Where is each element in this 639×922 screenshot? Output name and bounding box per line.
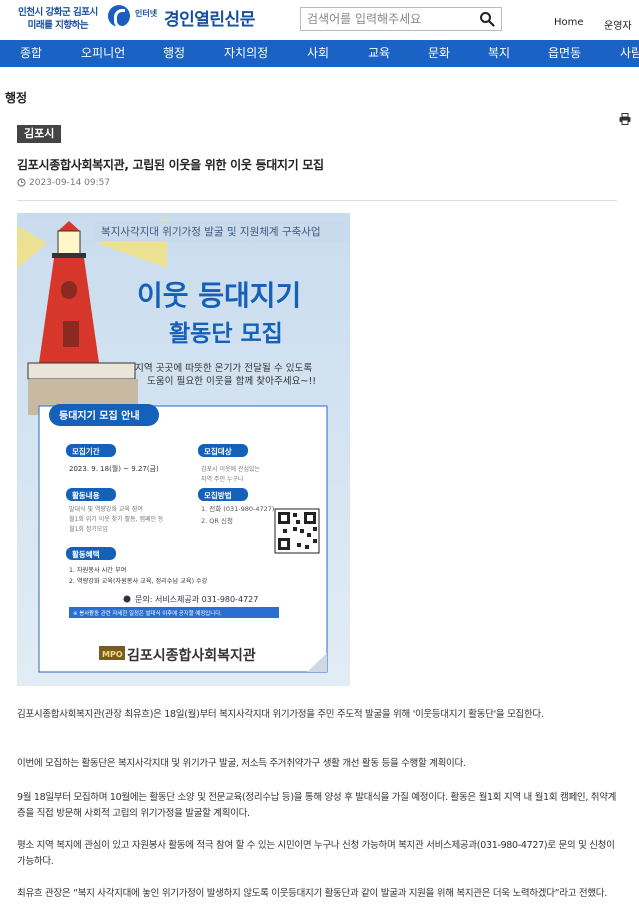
poster-target-value-1: 김포시 이웃에 관심있는 <box>201 465 260 473</box>
nav-item-towns[interactable]: 읍면동 <box>548 40 581 67</box>
poster-org-badge: MPO <box>102 650 123 659</box>
logo-small-label[interactable]: 인터넷 <box>135 9 159 18</box>
home-link[interactable]: Home <box>554 17 584 28</box>
site-slogan: 인천시 강화군 김포시 미래를 지향하는 <box>18 6 98 32</box>
poster-activity-value-3: 월1회 정기모임 <box>69 525 108 533</box>
poster-period-value: 2023. 9. 18(월) ~ 9.27(금) <box>69 464 159 473</box>
poster-target-label: 모집대상 <box>204 446 232 456</box>
poster-benefit-label: 활동혜택 <box>72 549 100 559</box>
category-badge[interactable]: 김포시 <box>17 125 62 143</box>
nav-item-administration[interactable]: 행정 <box>163 40 185 67</box>
poster-method-value-2: 2. QR 신청 <box>201 516 233 525</box>
poster-notice: ※ 봉사활동 관련 자세한 일정은 발대식 이후에 공지할 예정입니다. <box>73 609 222 617</box>
site-header: 인천시 강화군 김포시 미래를 지향하는 인터넷 경인열린신문 Home 운영자 <box>0 0 639 40</box>
qr-code-icon <box>274 508 320 554</box>
divider <box>17 200 617 201</box>
article-title: 김포시종합사회복지관, 고립된 이웃을 위한 이웃 등대지기 모집 <box>17 158 324 172</box>
nav-item-opinion[interactable]: 오피니언 <box>81 40 125 67</box>
poster-title-line-2: 활동단 모집 <box>169 321 283 347</box>
phone-icon <box>123 595 131 603</box>
poster-graphic: 복지사각지대 위기가정 발굴 및 지원체계 구축사업 이웃 등대지기 활동단 모… <box>17 213 350 686</box>
nav-item-general[interactable]: 종합 <box>20 40 42 67</box>
search-icon[interactable] <box>479 11 495 27</box>
article-paragraph-2: 이번에 모집하는 활동단은 복지사각지대 및 위기가구 발굴, 저소득 주거취약… <box>17 758 466 769</box>
section-title: 행정 <box>5 91 28 105</box>
article-paragraph-3: 9월 18일부터 모집하며 10월에는 활동단 소양 및 전문교육(정리수납 등… <box>17 792 617 819</box>
article-date-row: 2023-09-14 09:57 <box>17 178 110 188</box>
main-nav: 종합 오피니언 행정 자치의정 사회 교육 문화 복지 읍면동 사람 <box>0 40 639 67</box>
poster-activity-value-1: 발대식 및 역량강화 교육 참여 <box>69 505 143 513</box>
article-date: 2023-09-14 09:57 <box>29 178 111 188</box>
nav-item-education[interactable]: 교육 <box>368 40 390 67</box>
article-poster-image: 복지사각지대 위기가정 발굴 및 지원체계 구축사업 이웃 등대지기 활동단 모… <box>17 213 350 686</box>
article-paragraph-5: 최유흐 관장은 “복지 사각지대에 놓인 위기가정이 발생하지 않도록 이웃등대… <box>17 888 607 899</box>
article-paragraph-1: 김포시종합사회복지관(관장 최유흐)은 18일(월)부터 복지사각지대 위기가정… <box>17 709 544 720</box>
poster-benefit-value-1: 1. 자원봉사 시간 부여 <box>69 566 126 574</box>
nav-item-people[interactable]: 사람 <box>620 40 639 67</box>
nav-item-welfare[interactable]: 복지 <box>488 40 510 67</box>
slogan-line-2: 미래를 지향하는 <box>27 20 89 31</box>
nav-item-culture[interactable]: 문화 <box>428 40 450 67</box>
poster-activity-label: 활동내용 <box>72 490 100 500</box>
clock-icon <box>17 178 26 187</box>
print-icon[interactable] <box>619 113 631 125</box>
nav-item-local-council[interactable]: 자치의정 <box>224 40 268 67</box>
article-paragraph-4: 평소 지역 복지에 관심이 있고 자원봉사 활동에 적극 참여 할 수 있는 시… <box>17 840 615 867</box>
search-box <box>300 7 502 31</box>
poster-contact: 문의: 서비스제공과 031-980-4727 <box>135 594 258 604</box>
poster-org-name: 김포시종합사회복지관 <box>127 647 256 664</box>
poster-activity-value-2: 월1회 위기 이웃 찾기 활동, 캠페인 등 <box>69 515 164 523</box>
admin-link[interactable]: 운영자 <box>604 17 632 32</box>
poster-top-banner: 복지사각지대 위기가정 발굴 및 지원체계 구축사업 <box>101 225 321 238</box>
poster-target-value-2: 지역 주민 누구나 <box>201 475 244 483</box>
poster-title-line-1: 이웃 등대지기 <box>137 279 301 312</box>
poster-method-label: 모집방법 <box>204 490 232 500</box>
poster-period-label: 모집기간 <box>72 446 100 456</box>
logo-icon[interactable] <box>108 5 130 29</box>
site-logo-text[interactable]: 경인열린신문 <box>164 5 255 30</box>
poster-method-value-1: 1. 전화 (031-980-4727) <box>201 504 274 513</box>
poster-benefit-value-2: 2. 역량강화 교육(자원봉사 교육, 정리수납 교육) 수강 <box>69 577 208 585</box>
poster-subtitle-line-2: 도움이 필요한 이웃을 함께 찾아주세요~!! <box>147 375 316 387</box>
slogan-line-1: 인천시 강화군 김포시 <box>18 7 98 18</box>
poster-info-tab: 등대지기 모집 안내 <box>59 409 140 422</box>
poster-subtitle-line-1: 지역 곳곳에 따뜻한 온기가 전달될 수 있도록 <box>135 362 312 374</box>
nav-item-society[interactable]: 사회 <box>307 40 329 67</box>
search-input[interactable] <box>307 11 467 27</box>
